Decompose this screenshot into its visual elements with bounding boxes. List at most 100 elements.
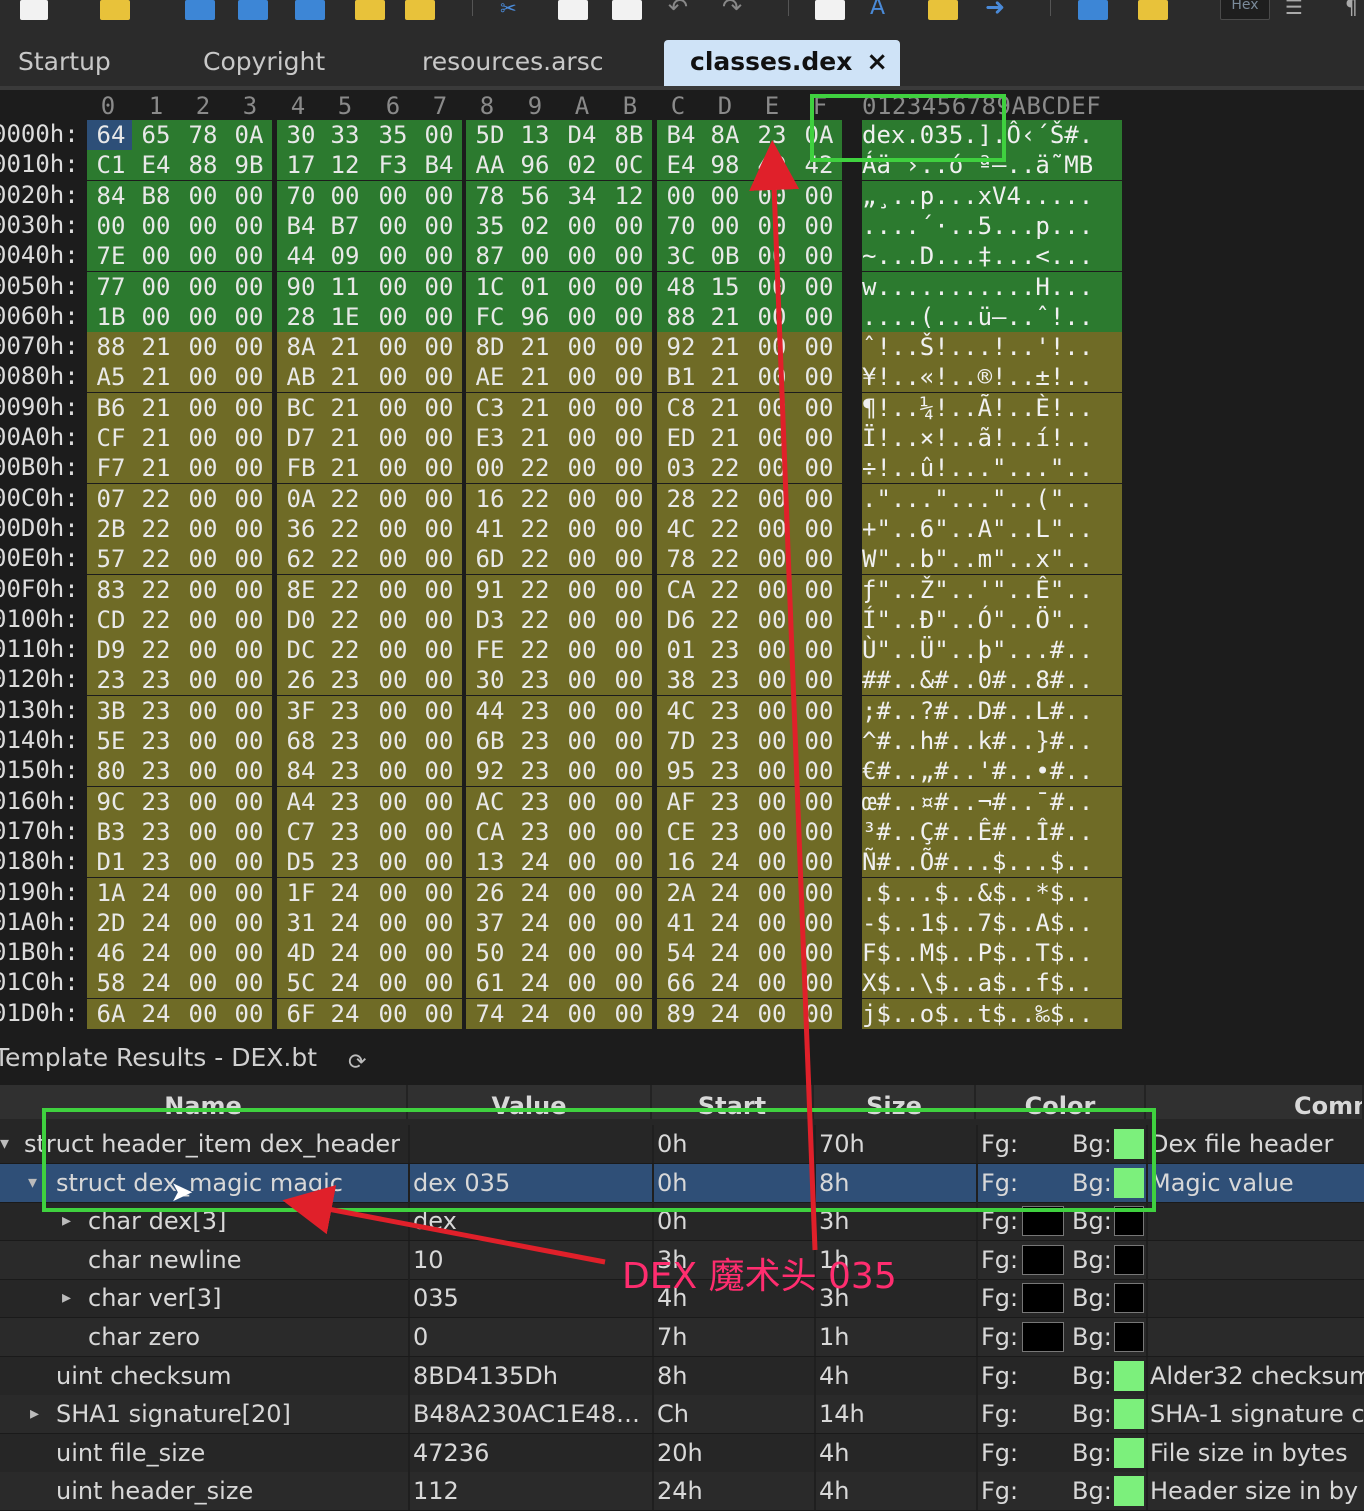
hex-byte[interactable]: FC (466, 301, 514, 332)
hex-byte[interactable]: 00 (416, 726, 462, 756)
hex-byte[interactable]: 00 (796, 453, 842, 484)
ascii-row[interactable]: €#..„#..'#..•#.. (862, 756, 1122, 787)
refresh-icon[interactable]: ⟳ (348, 1050, 366, 1075)
hex-byte[interactable]: 00 (369, 756, 417, 787)
hex-byte[interactable]: 96 (511, 150, 559, 181)
bg-color-swatch[interactable] (1114, 1476, 1144, 1507)
hex-byte[interactable]: 4C (657, 695, 705, 726)
hex-byte[interactable]: 00 (796, 877, 842, 908)
hex-byte[interactable]: 64 (87, 120, 135, 150)
hex-byte[interactable]: 00 (369, 998, 417, 1029)
hex-byte[interactable]: 00 (416, 968, 462, 999)
save-icon[interactable] (185, 0, 215, 20)
hex-byte[interactable]: 2A (657, 877, 705, 908)
hex-byte[interactable]: 00 (132, 241, 180, 272)
hex-byte[interactable]: 77 (87, 271, 135, 302)
hex-byte[interactable]: 23 (321, 695, 369, 726)
fg-color-swatch[interactable] (1022, 1283, 1064, 1314)
hex-byte[interactable]: 00 (179, 604, 227, 635)
ascii-row[interactable]: œ#..¤#..¬#..¯#.. (862, 786, 1122, 817)
hex-byte[interactable]: 24 (701, 968, 749, 999)
hex-byte[interactable]: 00 (179, 726, 227, 756)
hex-byte[interactable]: 00 (179, 665, 227, 696)
hex-byte[interactable]: 00 (369, 847, 417, 878)
ascii-row[interactable]: „¸..p...xV4..... (862, 180, 1122, 211)
hex-byte[interactable]: 00 (416, 756, 462, 787)
hex-byte[interactable]: 22 (701, 574, 749, 605)
bg-color-swatch[interactable] (1114, 1437, 1144, 1468)
hex-byte[interactable]: 23 (132, 786, 180, 817)
hex-byte[interactable]: 21 (321, 453, 369, 484)
hex-byte[interactable]: 21 (321, 362, 369, 393)
hex-byte[interactable]: 00 (748, 271, 796, 302)
hex-byte[interactable]: 00 (369, 665, 417, 696)
hex-byte[interactable]: 00 (748, 786, 796, 817)
hex-byte[interactable]: 00 (369, 604, 417, 635)
hex-byte[interactable]: A5 (87, 362, 135, 393)
hex-byte[interactable]: 00 (606, 786, 652, 817)
hex-byte[interactable]: 00 (226, 816, 272, 847)
hex-byte[interactable]: 00 (416, 816, 462, 847)
hex-byte[interactable]: 24 (321, 998, 369, 1029)
hex-byte[interactable]: 1F (277, 877, 325, 908)
hex-byte[interactable]: 26 (466, 877, 514, 908)
hex-byte[interactable]: B4 (277, 210, 325, 241)
save-as-icon[interactable] (238, 0, 268, 20)
hex-byte[interactable]: 00 (369, 362, 417, 393)
hex-editor[interactable]: 0123456789ABCDEF 0123456789ABCDEF 0000h:… (0, 90, 1364, 1035)
hex-byte[interactable]: 00 (606, 695, 652, 726)
hex-byte[interactable]: 22 (321, 574, 369, 605)
hex-byte[interactable]: 0C (606, 150, 652, 181)
hex-byte[interactable]: 22 (132, 604, 180, 635)
hex-byte[interactable]: 35 (466, 210, 514, 241)
hex-byte[interactable]: 00 (558, 513, 606, 544)
hex-byte[interactable]: 00 (606, 453, 652, 484)
bg-color-swatch[interactable] (1114, 1399, 1144, 1430)
hex-byte[interactable]: 00 (369, 180, 417, 211)
hex-byte[interactable]: 00 (179, 574, 227, 605)
hex-byte[interactable]: 00 (369, 453, 417, 484)
open-project-icon[interactable] (405, 0, 435, 20)
hex-byte[interactable]: 00 (606, 544, 652, 575)
hex-byte[interactable]: 00 (226, 635, 272, 666)
hex-byte[interactable]: 00 (796, 907, 842, 938)
hex-byte[interactable]: 00 (179, 907, 227, 938)
hex-byte[interactable]: 24 (321, 938, 369, 969)
hex-byte[interactable]: E4 (657, 150, 705, 181)
hex-byte[interactable]: 00 (321, 180, 369, 211)
hex-byte[interactable]: 00 (796, 756, 842, 787)
hex-byte[interactable]: 00 (416, 786, 462, 817)
hex-byte[interactable]: 23 (321, 726, 369, 756)
hex-byte[interactable]: 00 (796, 362, 842, 393)
hex-byte[interactable]: 23 (132, 816, 180, 847)
hex-byte[interactable]: 0B (701, 241, 749, 272)
hex-byte[interactable]: 00 (558, 726, 606, 756)
hex-byte[interactable]: 00 (558, 604, 606, 635)
hex-byte[interactable]: 7E (87, 241, 135, 272)
hex-byte[interactable]: 00 (226, 332, 272, 363)
hex-byte[interactable]: E4 (132, 150, 180, 181)
hex-byte[interactable]: 00 (179, 544, 227, 575)
hex-byte[interactable]: 50 (466, 938, 514, 969)
hex-byte[interactable]: 00 (606, 998, 652, 1029)
ascii-row[interactable]: ¶!..¼!..Ã!..È!.. (862, 392, 1122, 423)
hex-byte[interactable]: 46 (87, 938, 135, 969)
hex-byte[interactable]: 78 (466, 180, 514, 211)
hex-byte[interactable]: 00 (179, 423, 227, 453)
hex-byte[interactable]: 00 (369, 241, 417, 272)
hex-byte[interactable]: 00 (179, 938, 227, 969)
hex-byte[interactable]: 00 (796, 423, 842, 453)
hex-byte[interactable]: D5 (277, 847, 325, 878)
hex-byte[interactable]: D4 (558, 120, 606, 150)
ascii-row[interactable]: ;#..?#..D#..L#.. (862, 695, 1122, 726)
hex-byte[interactable]: 00 (796, 210, 842, 241)
column-header-comment[interactable]: Comment (1146, 1085, 1364, 1119)
hex-byte[interactable]: 22 (701, 483, 749, 514)
hex-byte[interactable]: 00 (226, 544, 272, 575)
hex-byte[interactable]: 21 (511, 362, 559, 393)
hex-byte[interactable]: ED (657, 423, 705, 453)
hex-byte[interactable]: 87 (466, 241, 514, 272)
ascii-row[interactable]: Ï!..×!..ã!..í!.. (862, 423, 1122, 453)
hex-byte[interactable]: 00 (179, 968, 227, 999)
hex-byte[interactable]: 23 (321, 816, 369, 847)
